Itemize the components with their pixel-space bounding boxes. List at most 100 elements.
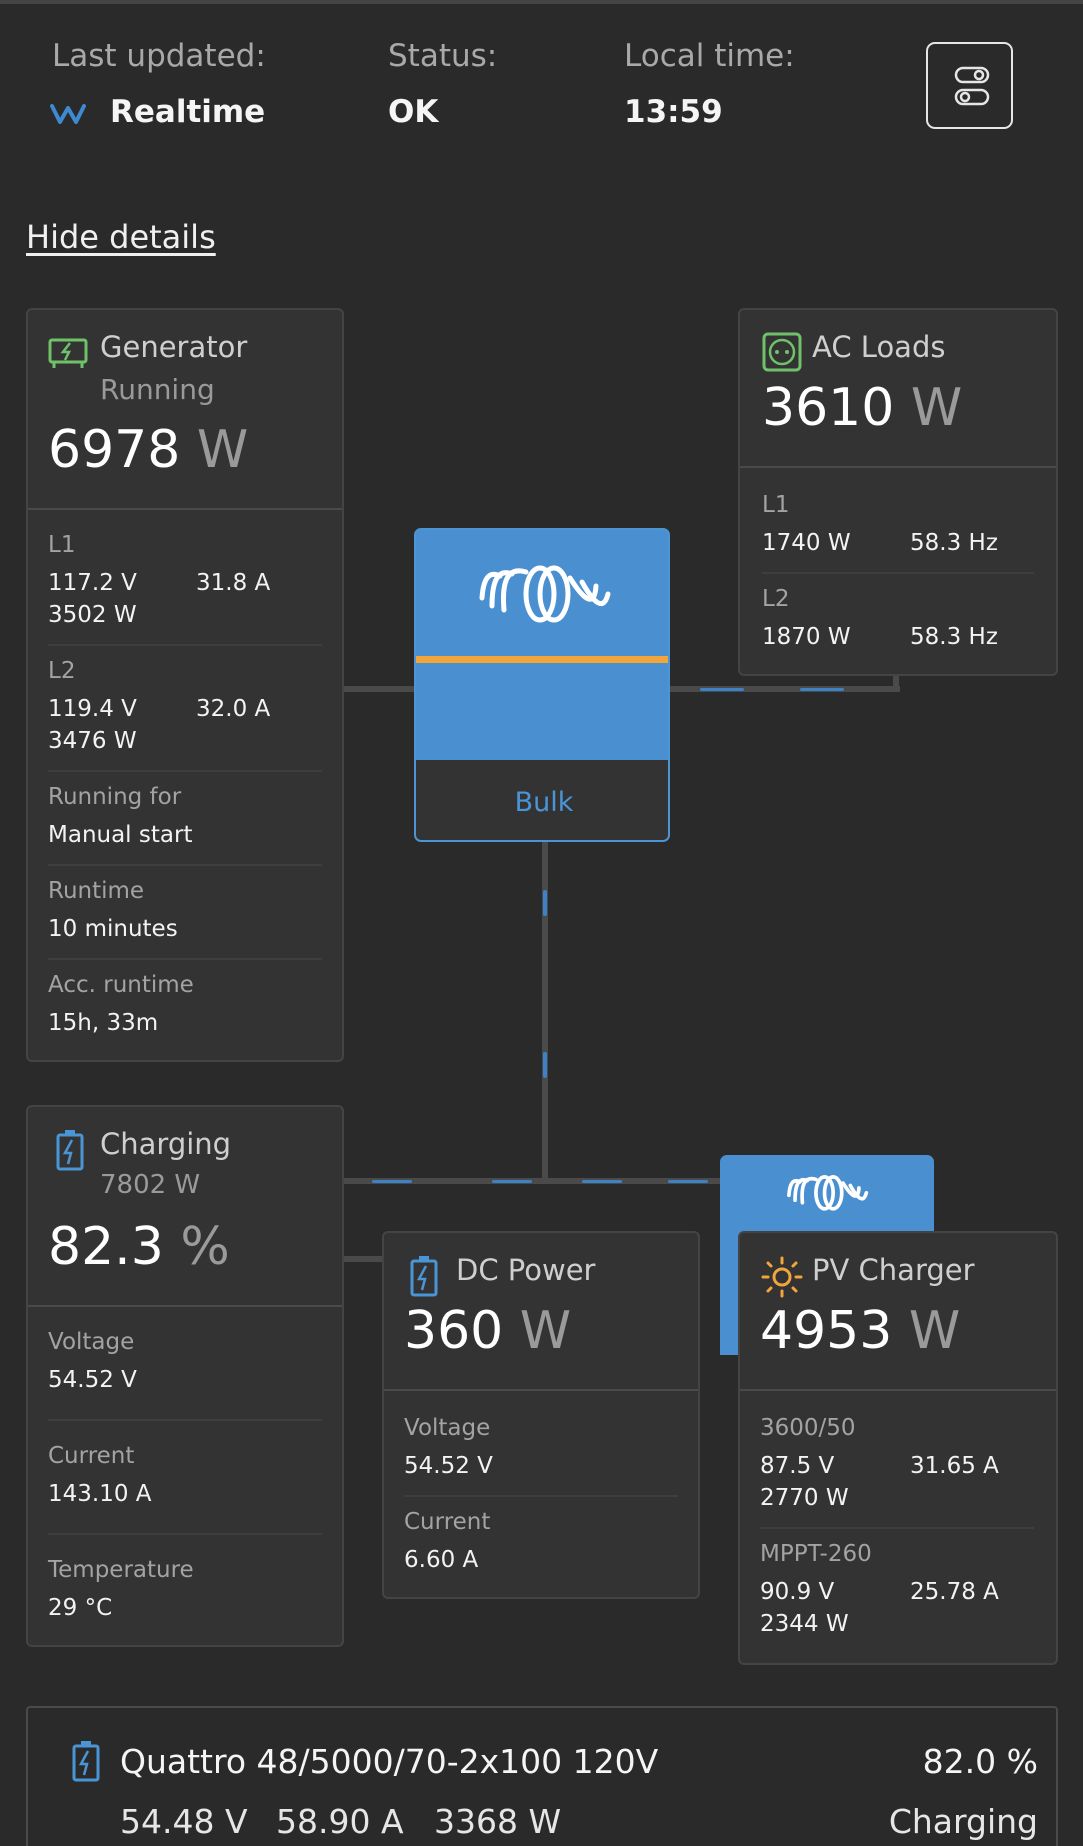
separator	[740, 466, 1056, 468]
ac-loads-l2-frequency: 58.3 Hz	[910, 624, 998, 650]
generator-title: Generator	[100, 330, 248, 364]
toggle-panels-button[interactable]	[926, 42, 1013, 129]
battery-icon	[56, 1130, 84, 1171]
separator	[48, 864, 322, 866]
device-state: Charging	[888, 1802, 1038, 1841]
flow-dash	[582, 1180, 622, 1183]
status-value: OK	[388, 94, 439, 130]
ac-loads-l2-power: 1870 W	[762, 624, 851, 650]
separator	[760, 1527, 1034, 1529]
ac-loads-l2-label: L2	[762, 586, 790, 612]
pv-charger-power: 4953 W	[760, 1301, 960, 1361]
dc-power-title: DC Power	[456, 1253, 596, 1287]
battery-temperature-value: 29 °C	[48, 1595, 113, 1621]
sun-icon	[761, 1256, 803, 1298]
ac-loads-power-unit: W	[910, 378, 963, 438]
generator-l2-label: L2	[48, 658, 76, 684]
ac-loads-card[interactable]: AC Loads 3610 W L1 1740 W 58.3 Hz L2 187…	[738, 308, 1058, 676]
inverter-body	[416, 663, 668, 760]
separator	[762, 572, 1034, 574]
toggle-panels-icon	[954, 66, 990, 106]
flow-dash	[668, 1180, 708, 1183]
generator-l2-current: 32.0 A	[196, 696, 271, 722]
generator-power-value: 6978	[48, 420, 181, 480]
wire-battery-dcpower	[342, 1256, 386, 1262]
ac-loads-socket-icon	[762, 332, 802, 372]
pv-charger-2-power: 2344 W	[760, 1611, 849, 1637]
battery-voltage-value: 54.52 V	[48, 1367, 137, 1393]
battery-icon	[72, 1741, 100, 1782]
separator	[48, 958, 322, 960]
realtime-wave-icon	[50, 102, 90, 126]
flow-dash	[543, 890, 547, 916]
dc-power-unit: W	[519, 1301, 572, 1361]
battery-soc: 82.3 %	[48, 1217, 230, 1277]
dc-current-value: 6.60 A	[404, 1547, 479, 1573]
status-label: Status:	[388, 38, 498, 74]
dc-power-card[interactable]: DC Power 360 W Voltage 54.52 V Current 6…	[382, 1231, 700, 1599]
battery-current-label: Current	[48, 1443, 135, 1469]
pv-charger-1-power: 2770 W	[760, 1485, 849, 1511]
separator	[48, 1533, 322, 1535]
ac-loads-power-value: 3610	[762, 378, 895, 438]
generator-l1-power: 3502 W	[48, 602, 137, 628]
flow-dash	[543, 1052, 547, 1078]
hide-details-link[interactable]: Hide details	[26, 218, 216, 256]
last-updated-label: Last updated:	[52, 38, 266, 74]
device-summary-bar[interactable]: Quattro 48/5000/70-2x100 120V 82.0 % 54.…	[26, 1706, 1058, 1846]
separator	[48, 770, 322, 772]
generator-l1-label: L1	[48, 532, 76, 558]
battery-temperature-label: Temperature	[48, 1557, 194, 1583]
local-time-label: Local time:	[624, 38, 795, 74]
dc-power-power: 360 W	[404, 1301, 571, 1361]
dc-voltage-label: Voltage	[404, 1415, 491, 1441]
separator	[384, 1389, 698, 1391]
separator	[48, 1419, 322, 1421]
runtime-value: 10 minutes	[48, 916, 178, 942]
device-name: Quattro 48/5000/70-2x100 120V	[120, 1742, 659, 1781]
separator	[404, 1495, 678, 1497]
running-for-label: Running for	[48, 784, 182, 810]
flow-dash	[800, 688, 844, 691]
ac-loads-l1-frequency: 58.3 Hz	[910, 530, 998, 556]
inverter-block[interactable]: Bulk	[414, 528, 670, 842]
battery-voltage-label: Voltage	[48, 1329, 135, 1355]
device-voltage: 54.48 V	[120, 1802, 248, 1841]
ac-loads-l1-power: 1740 W	[762, 530, 851, 556]
battery-card[interactable]: Charging 7802 W 82.3 % Voltage 54.52 V C…	[26, 1105, 344, 1647]
pv-charger-2-label: MPPT-260	[760, 1541, 872, 1567]
generator-l2-voltage: 119.4 V	[48, 696, 137, 722]
battery-current-value: 143.10 A	[48, 1481, 152, 1507]
inverter-orange-stripe	[416, 656, 668, 663]
separator	[28, 1305, 342, 1307]
local-time-value: 13:59	[624, 94, 723, 130]
pv-charger-1-voltage: 87.5 V	[760, 1453, 835, 1479]
generator-state: Running	[100, 373, 215, 406]
victron-logo-icon	[479, 565, 611, 623]
battery-power: 7802 W	[100, 1170, 201, 1200]
pv-charger-1-label: 3600/50	[760, 1415, 856, 1441]
wire-generator-inverter	[342, 686, 416, 692]
acc-runtime-label: Acc. runtime	[48, 972, 194, 998]
ac-loads-title: AC Loads	[812, 330, 946, 364]
device-current: 58.90 A	[276, 1802, 404, 1841]
generator-l2-power: 3476 W	[48, 728, 137, 754]
running-for-value: Manual start	[48, 822, 193, 848]
generator-icon	[48, 338, 88, 368]
pv-charger-2-current: 25.78 A	[910, 1579, 999, 1605]
ac-loads-power: 3610 W	[762, 378, 962, 438]
battery-soc-value: 82.3	[48, 1217, 164, 1277]
pv-charger-power-value: 4953	[760, 1301, 893, 1361]
pv-charger-card[interactable]: PV Charger 4953 W 3600/50 87.5 V 31.65 A…	[738, 1231, 1058, 1665]
victron-logo-icon	[787, 1175, 869, 1211]
inverter-state: Bulk	[416, 760, 668, 840]
flow-dash	[492, 1180, 532, 1183]
flow-dash	[700, 688, 744, 691]
dc-power-value: 360	[404, 1301, 504, 1361]
battery-title: Charging	[100, 1127, 232, 1161]
separator	[740, 1389, 1056, 1391]
generator-card[interactable]: Generator Running 6978 W L1 117.2 V 31.8…	[26, 308, 344, 1062]
separator	[48, 644, 322, 646]
runtime-label: Runtime	[48, 878, 145, 904]
dc-power-icon	[410, 1256, 438, 1297]
